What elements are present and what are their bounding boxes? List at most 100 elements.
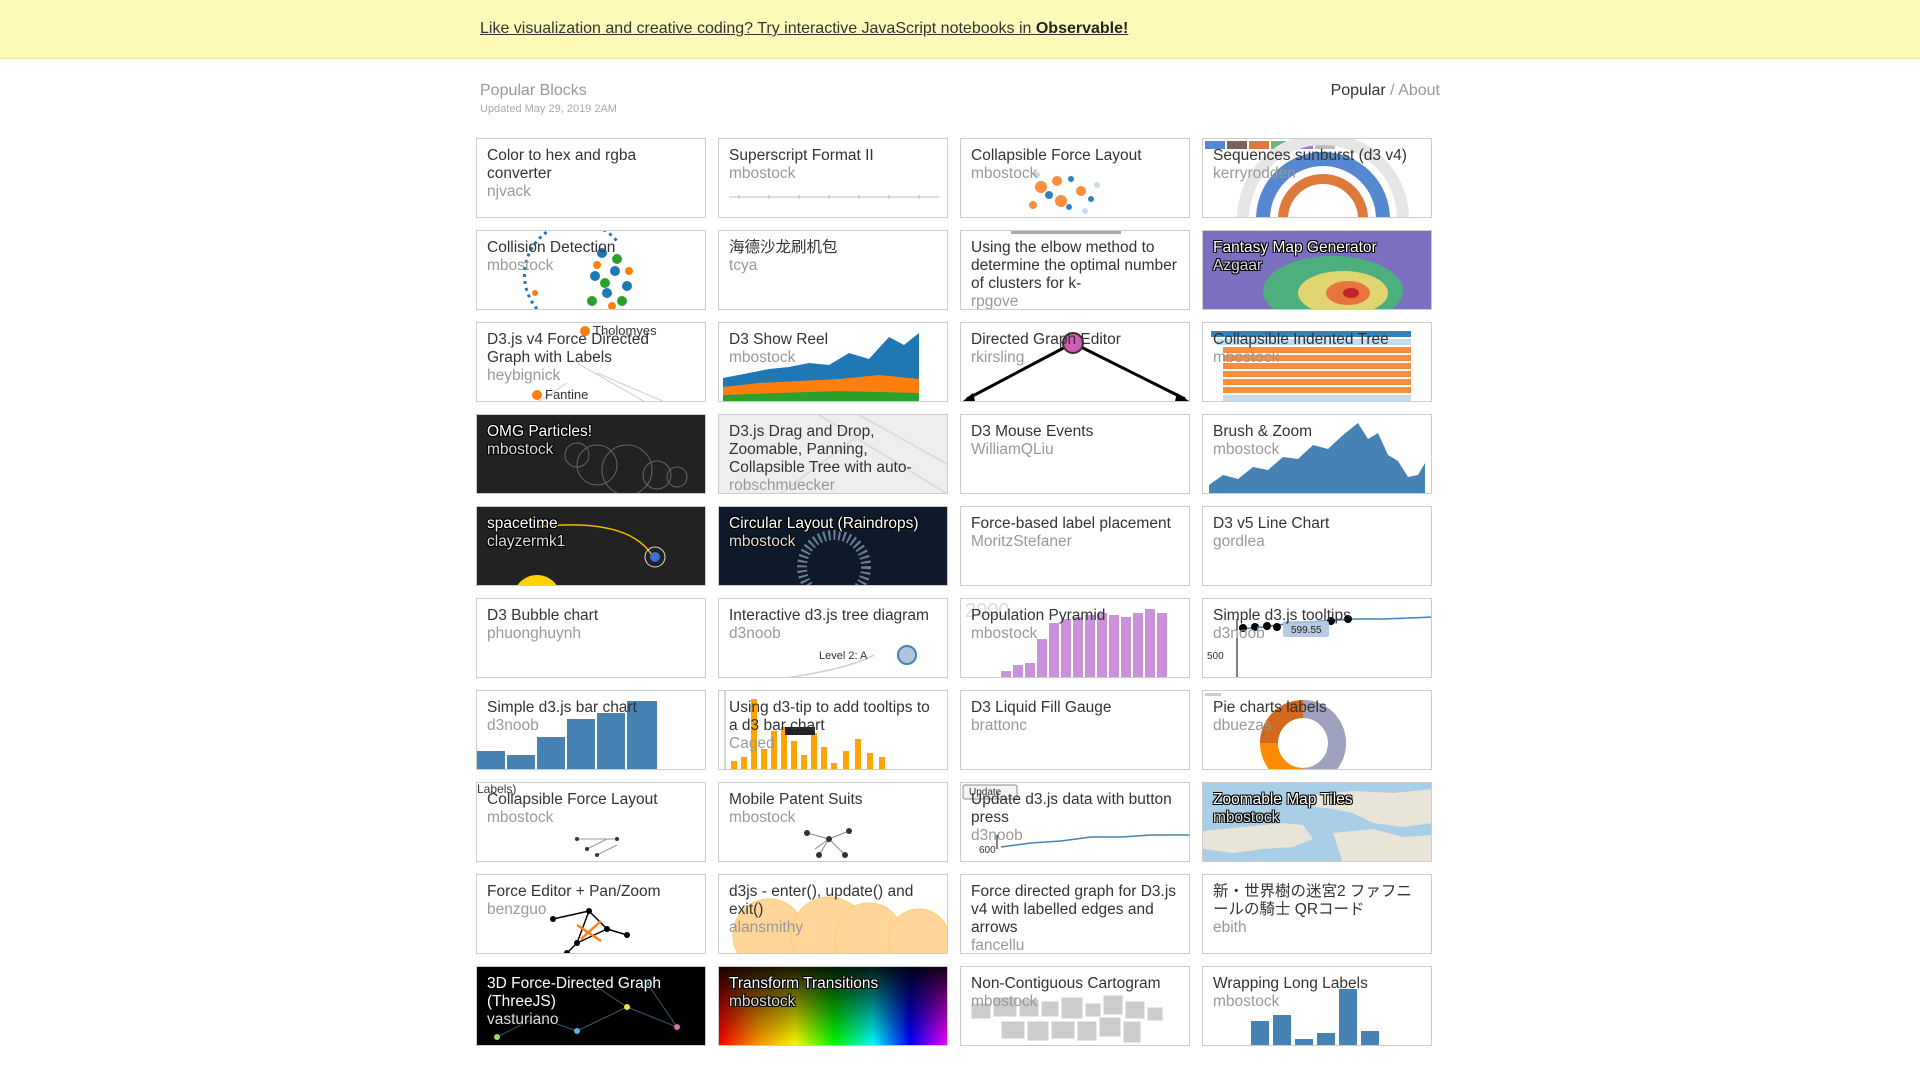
block-title: Color to hex and rgba converter <box>487 147 637 182</box>
block-card[interactable]: Fantasy Map Generator Azgaar <box>1202 230 1432 310</box>
block-card[interactable]: Simple d3.js bar chart d3noob <box>476 690 706 770</box>
card-text: Force-based label placement MoritzStefan… <box>971 515 1179 551</box>
block-card[interactable]: Non-Contiguous Cartogram mbostock <box>960 966 1190 1046</box>
card-text: Update d3.js data with button press d3no… <box>971 791 1179 845</box>
block-card[interactable]: Update 600 Update d3.js data with button… <box>960 782 1190 862</box>
block-author: Caged <box>729 735 775 752</box>
block-card[interactable]: 海德沙龙刷机包 tcya <box>718 230 948 310</box>
block-author: heybignick <box>487 367 561 384</box>
block-author: d3noob <box>487 717 539 734</box>
block-card[interactable]: Using the elbow method to determine the … <box>960 230 1190 310</box>
card-text: Force Editor + Pan/Zoom benzguo <box>487 883 695 919</box>
block-card[interactable]: 3D Force-Directed Graph (ThreeJS) vastur… <box>476 966 706 1046</box>
block-card[interactable]: Pie charts labels dbuezas <box>1202 690 1432 770</box>
block-card[interactable]: Sequences sunburst (d3 v4) kerryrodden <box>1202 138 1432 218</box>
block-card[interactable]: Collision Detection mbostock <box>476 230 706 310</box>
card-text: OMG Particles! mbostock <box>487 423 695 459</box>
top-nav: Popular / About <box>1331 82 1440 100</box>
block-card[interactable]: Superscript Format II mbostock <box>718 138 948 218</box>
blocks-grid: Color to hex and rgba converter njvack S… <box>476 138 1432 1046</box>
block-author: mbostock <box>1213 809 1280 826</box>
block-author: mbostock <box>729 349 796 366</box>
block-card[interactable]: Force-based label placement MoritzStefan… <box>960 506 1190 586</box>
block-title: Wrapping Long Labels <box>1213 975 1368 992</box>
block-author: mbostock <box>487 441 554 458</box>
block-card[interactable]: Transform Transitions mbostock <box>718 966 948 1046</box>
block-card[interactable]: Directed Graph Editor rkirsling <box>960 322 1190 402</box>
card-text: Collapsible Indented Tree mbostock <box>1213 331 1421 367</box>
card-text: D3 Liquid Fill Gauge brattonc <box>971 699 1179 735</box>
block-author: d3noob <box>729 625 781 642</box>
block-card[interactable]: D3.js Drag and Drop, Zoomable, Panning, … <box>718 414 948 494</box>
block-card[interactable]: Zoomable Map Tiles mbostock <box>1202 782 1432 862</box>
block-title: Pie charts labels <box>1213 699 1327 716</box>
block-card[interactable]: spacetime clayzermk1 <box>476 506 706 586</box>
block-card[interactable]: D3 Mouse Events WilliamQLiu <box>960 414 1190 494</box>
card-text: Directed Graph Editor rkirsling <box>971 331 1179 367</box>
thumb-label-fantine: Fantine <box>545 387 588 402</box>
block-card[interactable]: Force Editor + Pan/Zoom benzguo <box>476 874 706 954</box>
block-title: D3 Mouse Events <box>971 423 1094 440</box>
block-card[interactable]: D3 Bubble chart phuonghuynh <box>476 598 706 678</box>
block-author: mbostock <box>487 809 554 826</box>
nav-popular[interactable]: Popular <box>1331 82 1386 99</box>
block-card[interactable]: Wrapping Long Labels mbostock <box>1202 966 1432 1046</box>
block-author: mbostock <box>729 993 796 1010</box>
thumb-axis-500: 500 <box>1207 651 1224 662</box>
card-text: D3.js Drag and Drop, Zoomable, Panning, … <box>729 423 937 493</box>
card-text: Circular Layout (Raindrops) mbostock <box>729 515 937 551</box>
block-title: Force Editor + Pan/Zoom <box>487 883 661 900</box>
block-card[interactable]: Tholomyes Fantine D3.js v4 Force Directe… <box>476 322 706 402</box>
block-author: gordlea <box>1213 533 1265 550</box>
card-text: Brush & Zoom mbostock <box>1213 423 1421 459</box>
block-card[interactable]: Mobile Patent Suits mbostock <box>718 782 948 862</box>
block-card[interactable]: Level 2: A Interactive d3.js tree diagra… <box>718 598 948 678</box>
block-card[interactable]: D3 v5 Line Chart gordlea <box>1202 506 1432 586</box>
block-card[interactable]: Force directed graph for D3.js v4 with l… <box>960 874 1190 954</box>
block-title: Using the elbow method to determine the … <box>971 239 1177 292</box>
card-text: 海德沙龙刷机包 tcya <box>729 239 937 275</box>
block-card[interactable]: d3js - enter(), update() and exit() alan… <box>718 874 948 954</box>
block-card[interactable]: Brush & Zoom mbostock <box>1202 414 1432 494</box>
block-card[interactable]: Circular Layout (Raindrops) mbostock <box>718 506 948 586</box>
block-title: Using d3-tip to add tooltips to a d3 bar… <box>729 699 930 734</box>
block-author: mbostock <box>1213 441 1280 458</box>
block-author: vasturiano <box>487 1011 559 1028</box>
block-title: Circular Layout (Raindrops) <box>729 515 919 532</box>
block-card[interactable]: 2000 Population Pyramid mbostock <box>960 598 1190 678</box>
card-text: Interactive d3.js tree diagram d3noob <box>729 607 937 643</box>
block-title: D3 v5 Line Chart <box>1213 515 1330 532</box>
block-card[interactable]: D3 Liquid Fill Gauge brattonc <box>960 690 1190 770</box>
block-card[interactable]: Labels) Collapsible Force Layout mbostoc… <box>476 782 706 862</box>
card-text: Population Pyramid mbostock <box>971 607 1179 643</box>
card-text: Transform Transitions mbostock <box>729 975 937 1011</box>
block-title: Collapsible Force Layout <box>487 791 658 808</box>
card-text: Zoomable Map Tiles mbostock <box>1213 791 1421 827</box>
block-card[interactable]: D3 Show Reel mbostock <box>718 322 948 402</box>
thumb-label-level2: Level 2: A <box>819 650 868 662</box>
thumb-axis-600: 600 <box>979 845 996 856</box>
nav-about[interactable]: About <box>1398 82 1440 99</box>
block-title: 新・世界樹の迷宮2 ファフニールの騎士 QRコード <box>1213 883 1412 918</box>
block-card[interactable]: Color to hex and rgba converter njvack <box>476 138 706 218</box>
card-text: Simple d3.js tooltips d3noob <box>1213 607 1421 643</box>
block-card[interactable]: 新・世界樹の迷宮2 ファフニールの騎士 QRコード ebith <box>1202 874 1432 954</box>
card-text: d3js - enter(), update() and exit() alan… <box>729 883 937 937</box>
block-card[interactable]: Using d3-tip to add tooltips to a d3 bar… <box>718 690 948 770</box>
card-text: Force directed graph for D3.js v4 with l… <box>971 883 1179 953</box>
block-card[interactable]: OMG Particles! mbostock <box>476 414 706 494</box>
observable-link[interactable]: Like visualization and creative coding? … <box>480 20 1128 38</box>
block-title: Fantasy Map Generator <box>1213 239 1377 256</box>
block-author: alansmithy <box>729 919 804 936</box>
card-text: Wrapping Long Labels mbostock <box>1213 975 1421 1011</box>
block-card[interactable]: 599.55 500 Simple d3.js tooltips d3noob <box>1202 598 1432 678</box>
block-card[interactable]: Collapsible Indented Tree mbostock <box>1202 322 1432 402</box>
block-title: d3js - enter(), update() and exit() <box>729 883 914 918</box>
block-card[interactable]: Collapsible Force Layout mbostock <box>960 138 1190 218</box>
block-title: Non-Contiguous Cartogram <box>971 975 1161 992</box>
card-text: D3 Show Reel mbostock <box>729 331 937 367</box>
block-author: mbostock <box>729 165 796 182</box>
card-text: spacetime clayzermk1 <box>487 515 695 551</box>
block-title: Superscript Format II <box>729 147 874 164</box>
card-text: Pie charts labels dbuezas <box>1213 699 1421 735</box>
